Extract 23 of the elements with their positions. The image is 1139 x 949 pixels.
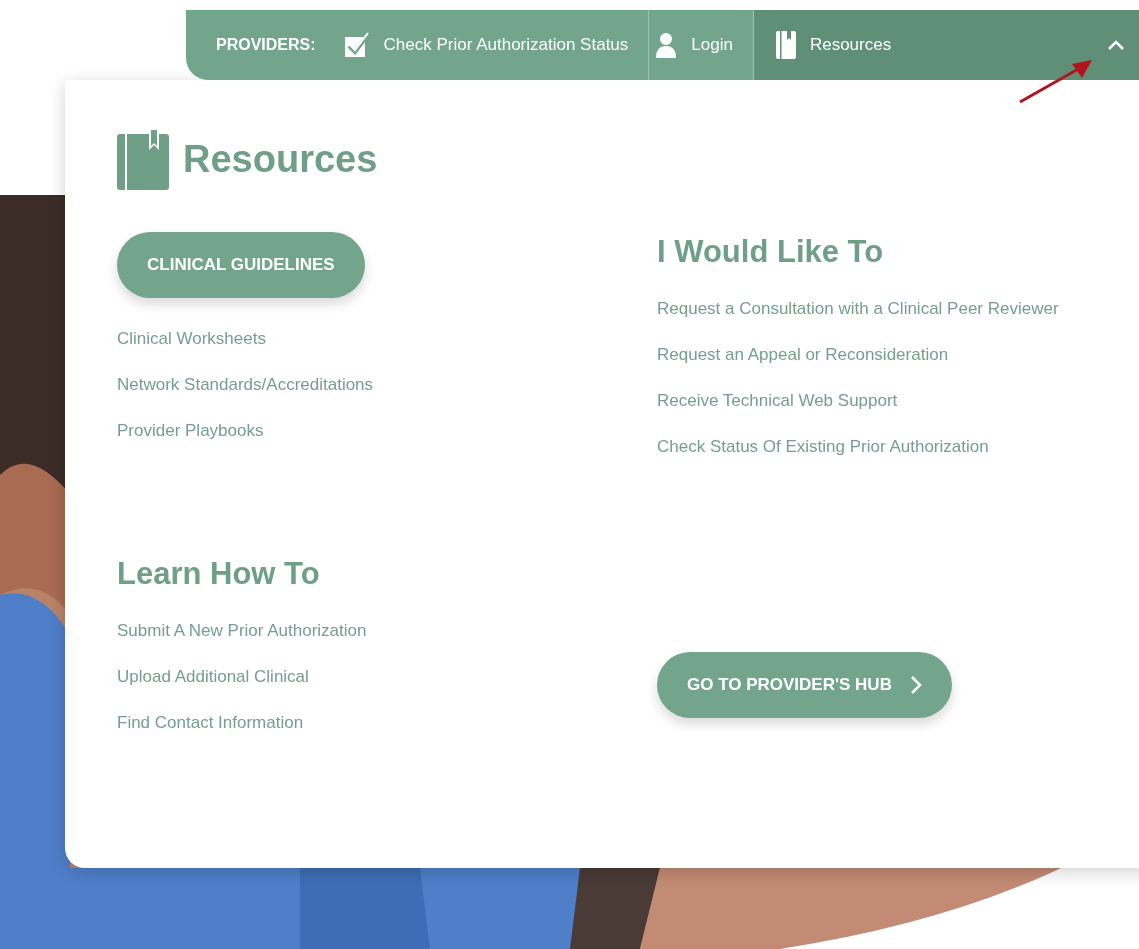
providers-label: PROVIDERS: [216,36,316,54]
chevron-up-icon [1107,39,1125,51]
resource-link[interactable]: Request a Consultation with a Clinical Peer Reviewer [657,292,1059,326]
resource-link[interactable]: Network Standards/Accreditations [117,368,374,402]
panel-title: Resources [183,137,378,181]
book-icon [775,31,796,59]
resource-link[interactable]: Submit A New Prior Authorization [117,614,367,648]
clinical-guidelines-button[interactable]: CLINICAL GUIDELINES [117,232,365,298]
user-icon [655,32,678,58]
resource-link[interactable]: Provider Playbooks [117,414,264,448]
section-heading: Learn How To [117,556,320,592]
book-icon [117,128,169,190]
resource-link[interactable]: Check Status Of Existing Prior Authorization [657,430,989,464]
section-heading: I Would Like To [657,234,884,270]
resource-link[interactable]: Find Contact Information [117,706,304,740]
chevron-right-icon [909,675,922,695]
resource-link[interactable]: Upload Additional Clinical [117,660,309,694]
resource-link[interactable]: Request an Appeal or Reconsideration [657,338,949,372]
resource-link[interactable]: Receive Technical Web Support [657,384,898,418]
resource-link[interactable]: Clinical Worksheets [117,322,266,356]
checkbox-icon [343,32,370,58]
providers-hub-button[interactable]: GO TO PROVIDER'S HUB [657,652,952,718]
nav-tab[interactable]: Resources [753,10,1139,80]
